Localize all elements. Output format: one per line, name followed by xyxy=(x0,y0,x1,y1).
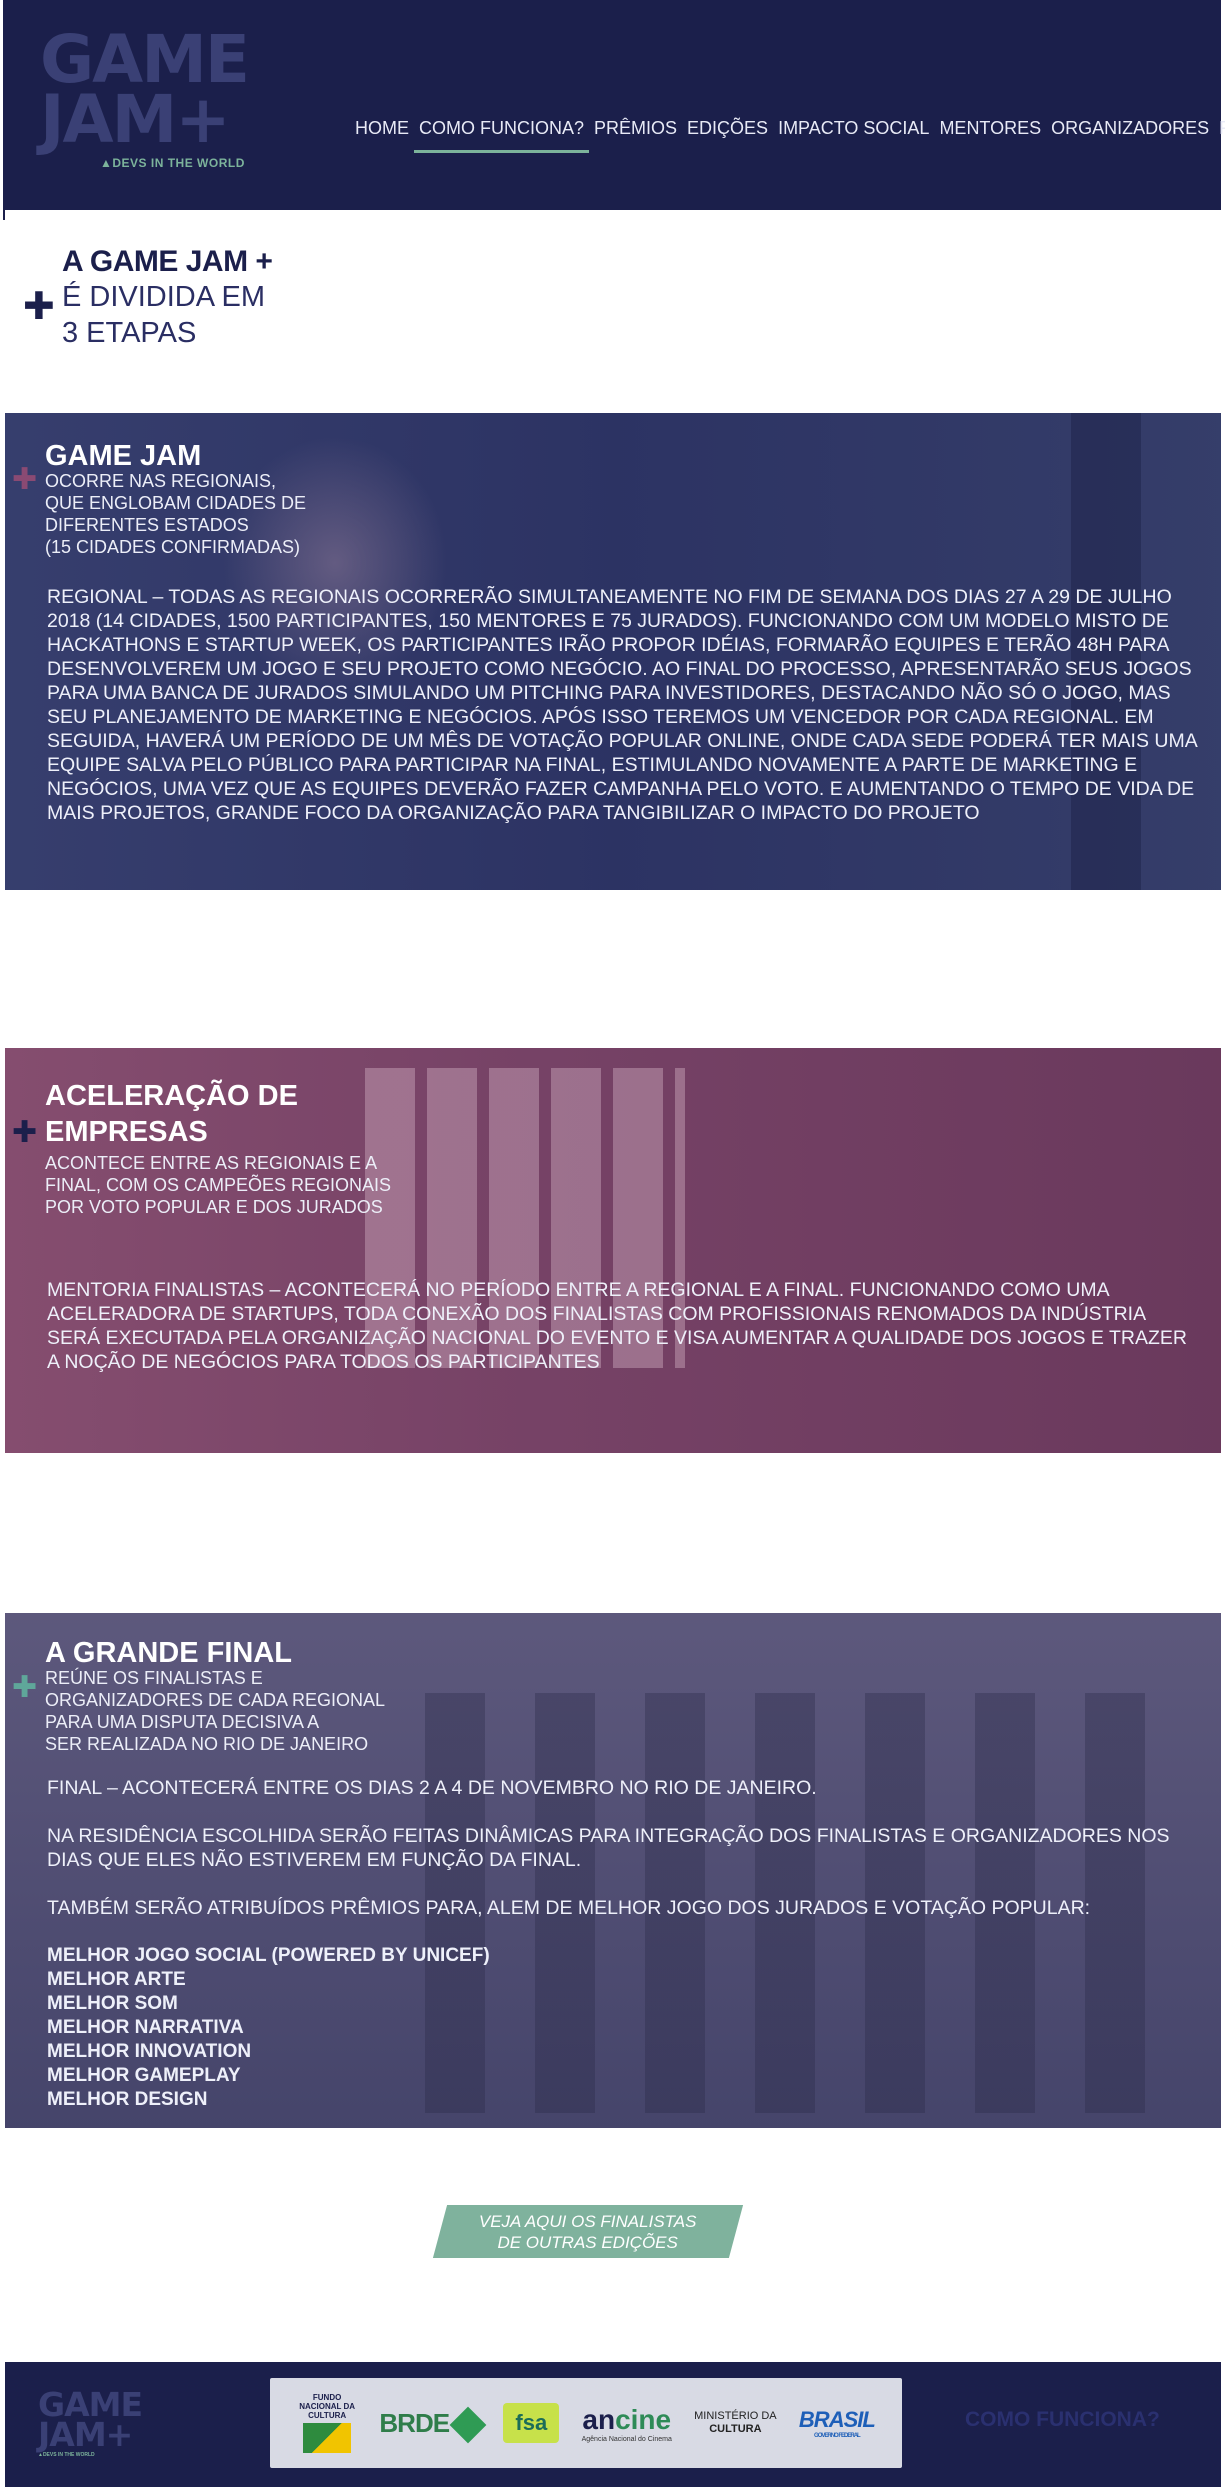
ministerio-cultura-logo: MINISTÉRIO DA CULTURA xyxy=(694,2410,777,2436)
plus-icon: ✚ xyxy=(12,1671,38,1704)
award-item: MELHOR NARRATIVA xyxy=(47,2017,244,2038)
section-subtitle: REÚNE OS FINALISTAS E ORGANIZADORES DE C… xyxy=(45,1667,385,1755)
plus-icon: ✚ xyxy=(12,463,38,496)
body-paragraph: MENTORIA FINALISTAS – ACONTECERÁ NO PERÍ… xyxy=(47,1279,1187,1373)
subtitle-line: POR VOTO POPULAR E DOS JURADOS xyxy=(45,1197,383,1217)
intro-block: ✚ A GAME JAM + É DIVIDIDA EM 3 ETAPAS xyxy=(20,245,420,351)
section-grande-final: ✚ A GRANDE FINAL REÚNE OS FINALISTAS E O… xyxy=(5,1613,1221,2128)
body-paragraph: TAMBÉM SERÃO ATRIBUÍDOS PRÊMIOS PARA, AL… xyxy=(47,1897,1091,1919)
nav-como-funciona[interactable]: COMO FUNCIONA? xyxy=(414,118,590,153)
award-item: MELHOR DESIGN xyxy=(47,2089,208,2110)
subtitle-line: ACONTECE ENTRE AS REGIONAIS E A xyxy=(45,1153,378,1173)
section-subtitle: ACONTECE ENTRE AS REGIONAIS E A FINAL, C… xyxy=(45,1152,391,1218)
section-title: GAME JAM xyxy=(45,440,202,472)
nav-home[interactable]: HOME xyxy=(350,118,414,139)
section-title: A GRANDE FINAL xyxy=(45,1637,293,1669)
minc-line: CULTURA xyxy=(709,2423,762,2435)
fundo-nacional-cultura-logo: FUNDO NACIONAL DA CULTURA xyxy=(297,2393,357,2453)
logo-tagline: ▲DEVS IN THE WORLD xyxy=(100,156,245,170)
brasil-governo-federal-logo: BRASIL GOVERNO FEDERAL xyxy=(798,2407,876,2439)
section-body: REGIONAL – TODAS AS REGIONAIS OCORRERÃO … xyxy=(47,585,1207,849)
awards-list: MELHOR JOGO SOCIAL (POWERED BY UNICEF) M… xyxy=(47,1944,1197,2112)
ancine-logo: ancine Agência Nacional do Cinema xyxy=(582,2404,672,2443)
fnc-line: NACIONAL DA xyxy=(299,2402,356,2411)
cta-line-1: VEJA AQUI OS FINALISTAS xyxy=(479,2211,697,2231)
award-item: MELHOR ARTE xyxy=(47,1969,186,1990)
body-paragraph: REGIONAL – TODAS AS REGIONAIS OCORRERÃO … xyxy=(47,586,1197,824)
brde-logo: BRDE xyxy=(379,2406,487,2444)
section-body: FINAL – ACONTECERÁ ENTRE OS DIAS 2 A 4 D… xyxy=(47,1776,1197,2112)
award-item: MELHOR INNOVATION xyxy=(47,2041,252,2062)
fnc-line: CULTURA xyxy=(308,2411,347,2420)
nav-edicoes[interactable]: EDIÇÕES xyxy=(682,118,773,139)
body-paragraph: NA RESIDÊNCIA ESCOLHIDA SERÃO FEITAS DIN… xyxy=(47,1825,1170,1871)
footer-nav-como-funciona[interactable]: COMO FUNCIONA? xyxy=(965,2408,1160,2432)
nav-impacto-social[interactable]: IMPACTO SOCIAL xyxy=(773,118,934,139)
cta-line-2: DE OUTRAS EDIÇÕES xyxy=(497,2232,679,2252)
ancine-caption: Agência Nacional do Cinema xyxy=(581,2435,672,2443)
body-paragraph: FINAL – ACONTECERÁ ENTRE OS DIAS 2 A 4 D… xyxy=(47,1777,817,1799)
ancine-part-b: cine xyxy=(615,2403,672,2435)
award-item: MELHOR SOM xyxy=(47,1993,178,2014)
brde-text: BRDE xyxy=(379,2407,450,2438)
left-border-rule xyxy=(3,0,5,220)
subtitle-line: QUE ENGLOBAM CIDADES DE xyxy=(45,493,307,513)
brde-diamond-icon xyxy=(449,2406,487,2444)
subtitle-line: (15 CIDADES CONFIRMADAS) xyxy=(45,537,301,557)
fnc-flag-icon xyxy=(303,2423,352,2453)
game-jam-logo[interactable]: GAME JAM+ ▲DEVS IN THE WORLD xyxy=(40,27,280,190)
nav-mentores[interactable]: MENTORES xyxy=(934,118,1046,139)
main-nav: HOME COMO FUNCIONA? PRÊMIOS EDIÇÕES IMPA… xyxy=(350,118,1225,153)
section-title: ACELERAÇÃO DE EMPRESAS xyxy=(45,1080,298,1148)
nav-faq[interactable]: FAQ xyxy=(1214,118,1225,139)
nav-premios[interactable]: PRÊMIOS xyxy=(589,118,682,139)
award-item: MELHOR GAMEPLAY xyxy=(47,2065,241,2086)
intro-subtitle-line-2: 3 ETAPAS xyxy=(62,317,197,349)
award-item: MELHOR JOGO SOCIAL (POWERED BY UNICEF) xyxy=(47,1945,490,1966)
intro-subtitle-line-1: É DIVIDIDA EM xyxy=(62,281,266,313)
sponsor-logos: FUNDO NACIONAL DA CULTURA BRDE fsa ancin… xyxy=(270,2378,902,2468)
footer-logo[interactable]: GAME JAM+ ▲DEVS IN THE WORLD xyxy=(38,2388,143,2458)
section-body: MENTORIA FINALISTAS – ACONTECERÁ NO PERÍ… xyxy=(47,1278,1197,1398)
subtitle-line: FINAL, COM OS CAMPEÕES REGIONAIS xyxy=(45,1175,392,1195)
site-footer: GAME JAM+ ▲DEVS IN THE WORLD FUNDO NACIO… xyxy=(5,2362,1221,2487)
subtitle-line: SER REALIZADA NO RIO DE JANEIRO xyxy=(45,1734,369,1754)
subtitle-line: PARA UMA DISPUTA DECISIVA A xyxy=(45,1712,320,1732)
minc-line: MINISTÉRIO DA xyxy=(694,2410,777,2422)
subtitle-line: OCORRE NAS REGIONAIS, xyxy=(45,471,277,491)
section-aceleracao: ✚ ACELERAÇÃO DE EMPRESAS ACONTECE ENTRE … xyxy=(5,1048,1221,1453)
fsa-logo: fsa xyxy=(503,2403,560,2443)
fnc-line: FUNDO xyxy=(312,2393,342,2402)
footer-logo-line-2: JAM+ xyxy=(38,2415,133,2454)
subtitle-line: DIFERENTES ESTADOS xyxy=(45,515,249,535)
nav-organizadores[interactable]: ORGANIZADORES xyxy=(1046,118,1214,139)
plus-icon: ✚ xyxy=(12,1116,38,1149)
section-game-jam: ✚ GAME JAM OCORRE NAS REGIONAIS, QUE ENG… xyxy=(5,413,1221,890)
brasil-text: BRASIL xyxy=(798,2407,876,2432)
plus-icon: ✚ xyxy=(23,286,55,328)
subtitle-line: REÚNE OS FINALISTAS E xyxy=(45,1668,263,1688)
brasil-caption: GOVERNO FEDERAL xyxy=(814,2433,861,2439)
intro-title: A GAME JAM + xyxy=(62,245,273,278)
finalists-button-label: VEJA AQUI OS FINALISTAS DE OUTRAS EDIÇÕE… xyxy=(479,2211,697,2253)
logo-line-2: JAM+ xyxy=(40,81,231,158)
site-header: GAME JAM+ ▲DEVS IN THE WORLD HOME COMO F… xyxy=(5,0,1225,210)
subtitle-line: ORGANIZADORES DE CADA REGIONAL xyxy=(45,1690,386,1710)
finalists-button[interactable]: VEJA AQUI OS FINALISTAS DE OUTRAS EDIÇÕE… xyxy=(432,2205,744,2258)
section-subtitle: OCORRE NAS REGIONAIS, QUE ENGLOBAM CIDAD… xyxy=(45,470,306,558)
ancine-part-a: an xyxy=(582,2403,616,2435)
